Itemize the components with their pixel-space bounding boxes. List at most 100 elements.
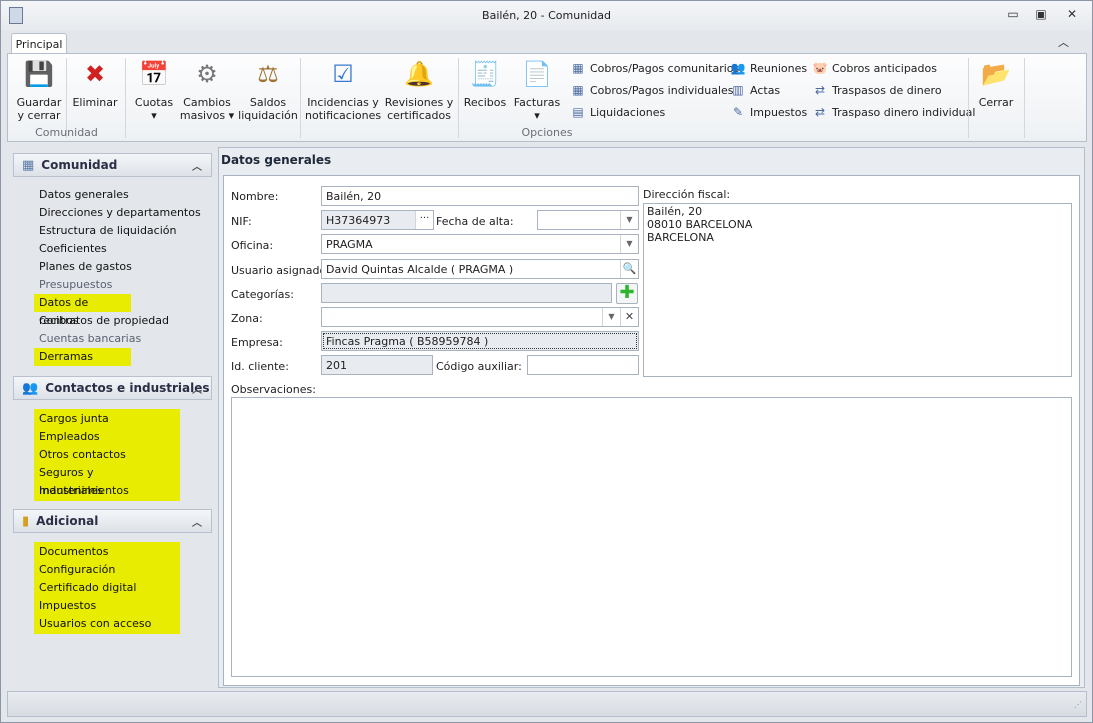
minimize-button[interactable]: ▭ — [1001, 7, 1025, 25]
nombre-input[interactable]: Bailén, 20 — [321, 186, 639, 206]
add-category-button[interactable]: ✚ — [616, 283, 638, 304]
fecha-alta-input[interactable]: ▼ — [537, 210, 639, 230]
sidebar-group-2[interactable]: ▮ Adicional ︿ — [13, 509, 212, 533]
sidebar-item[interactable]: Certificado digital — [34, 579, 180, 597]
chevron-down-icon[interactable]: ▼ — [620, 211, 638, 229]
resize-grip-icon[interactable]: ⋰ — [1074, 700, 1082, 709]
sidebar-group-title: Comunidad — [41, 158, 118, 172]
direccion-fiscal-textarea[interactable]: Bailén, 20 08010 BARCELONA BARCELONA — [643, 203, 1072, 377]
cambios-button[interactable]: ⚙ Cambios masivos ▾ — [178, 58, 236, 123]
ribbon-item-label: Traspaso dinero individual — [832, 105, 976, 119]
tax-icon: ✎ — [732, 105, 744, 119]
button-label: Cuotas — [134, 96, 174, 109]
ribbon-item[interactable]: ⇄ Traspasos de dinero — [812, 80, 942, 100]
nif-value: H37364973 — [326, 214, 391, 227]
sidebar-item[interactable]: Documentos — [34, 543, 180, 561]
scales-icon: ⚖ — [257, 59, 279, 88]
clear-icon[interactable]: ✕ — [620, 308, 638, 326]
fecha-alta-label: Fecha de alta: — [436, 215, 514, 228]
money-transfer-person-icon: ⇄ — [814, 105, 826, 119]
search-icon[interactable]: 🔍 — [620, 260, 638, 278]
cerrar-button[interactable]: 📂 Cerrar — [972, 58, 1020, 110]
chevron-up-icon[interactable]: ︿ — [192, 514, 202, 529]
ribbon-item-label: Cobros/Pagos individuales — [590, 83, 734, 97]
oficina-label: Oficina: — [231, 239, 274, 252]
ribbon-item[interactable]: 👥 Reuniones — [730, 58, 808, 78]
sidebar-item[interactable]: Direcciones y departamentos — [34, 204, 201, 222]
delete-x-icon: ✖ — [84, 59, 106, 88]
sidebar-item[interactable]: Derramas — [34, 348, 131, 366]
usuario-label: Usuario asignado: — [231, 264, 330, 277]
sidebar-item[interactable]: Estructura de liquidación — [34, 222, 201, 240]
zona-select[interactable]: ▼ ✕ — [321, 307, 639, 327]
button-label: Incidencias y — [307, 96, 379, 109]
sidebar-item[interactable]: Coeficientes — [34, 240, 201, 258]
codigo-auxiliar-input[interactable] — [527, 355, 639, 375]
sidebar-item[interactable]: Configuración — [34, 561, 180, 579]
oficina-select[interactable]: PRAGMA ▼ — [321, 234, 639, 254]
button-label-line2: liquidación — [238, 109, 298, 122]
scrollbar[interactable] — [1056, 399, 1070, 675]
eliminar-button[interactable]: ✖ Eliminar — [69, 58, 121, 110]
ribbon-item[interactable]: ▥ Actas — [730, 80, 780, 100]
id-cliente-input[interactable]: 201 — [321, 355, 433, 375]
sidebar-item[interactable]: Empleados — [34, 428, 180, 446]
sidebar-item[interactable]: Usuarios con acceso — [34, 615, 180, 633]
sidebar-item[interactable]: Contratos de propiedad — [34, 312, 201, 330]
ribbon-item[interactable]: ✎ Impuestos — [730, 102, 807, 122]
categorias-label: Categorías: — [231, 288, 294, 301]
sidebar-group-1[interactable]: 👥 Contactos e industriales ︿ — [13, 376, 212, 400]
button-label: Cambios — [183, 96, 231, 109]
empresa-input[interactable]: Fincas Pragma ( B58959784 ) — [321, 331, 639, 351]
ribbon-item[interactable]: ▦ Cobros/Pagos comunitarios — [570, 58, 739, 78]
ribbon-item[interactable]: ⇄ Traspaso dinero individual — [812, 102, 975, 122]
application-window: Bailén, 20 - Comunidad ▭ ▣ ✕ Principal ︿… — [0, 0, 1093, 723]
button-label: Recibos — [463, 96, 507, 109]
collapse-ribbon-button[interactable]: ︿ — [1058, 34, 1069, 50]
cuotas-button[interactable]: 📅 Cuotas ▾ — [128, 58, 180, 123]
tab-principal[interactable]: Principal — [11, 33, 67, 54]
sidebar-item[interactable]: Cuentas bancarias — [34, 330, 201, 348]
button-label-line2: ▾ — [151, 109, 157, 122]
nif-input[interactable]: H37364973 ··· — [321, 210, 434, 230]
usuario-value: David Quintas Alcalde ( PRAGMA ) — [326, 263, 514, 276]
sidebar-item[interactable]: Planes de gastos — [34, 258, 201, 276]
sidebar-group-0[interactable]: ▦ Comunidad ︿ — [13, 153, 212, 177]
calculator-icon: ▦ — [572, 61, 584, 75]
ribbon-item[interactable]: ▤ Liquidaciones — [570, 102, 665, 122]
sidebar-list: Cargos junta Empleados Otros contactos Segu… — [34, 409, 180, 501]
sidebar-item[interactable]: Otros contactos — [34, 446, 180, 464]
plus-icon: ✚ — [619, 282, 635, 303]
chevron-down-icon[interactable]: ▼ — [602, 308, 620, 326]
chevron-up-icon[interactable]: ︿ — [192, 381, 202, 396]
sidebar-item[interactable]: Datos de recibos — [34, 294, 131, 327]
sidebar-item[interactable]: Presupuestos — [34, 276, 201, 294]
close-window-button[interactable]: ✕ — [1060, 7, 1084, 25]
empresa-label: Empresa: — [231, 336, 283, 349]
maximize-button[interactable]: ▣ — [1029, 7, 1053, 25]
incidencias-button[interactable]: ☑ Incidencias y notificaciones — [305, 58, 381, 123]
ribbon-item-label: Impuestos — [750, 105, 808, 119]
sidebar-item[interactable]: Datos generales — [34, 186, 201, 204]
recibos-button[interactable]: 🧾 Recibos — [460, 58, 510, 110]
guardar-button[interactable]: 💾 Guardar y cerrar — [12, 58, 66, 123]
observaciones-textarea[interactable] — [231, 397, 1072, 677]
button-label: Cerrar — [978, 96, 1014, 109]
button-label-line2: ▾ — [534, 109, 540, 122]
chevron-down-icon[interactable]: ▼ — [620, 235, 638, 253]
ribbon-item[interactable]: 🐷 Cobros anticipados — [812, 58, 937, 78]
ribbon-item[interactable]: ▦ Cobros/Pagos individuales — [570, 80, 734, 100]
categorias-input[interactable] — [321, 283, 612, 303]
usuario-input[interactable]: David Quintas Alcalde ( PRAGMA ) 🔍 — [321, 259, 639, 279]
scrollbar[interactable] — [1056, 205, 1070, 375]
saldos-button[interactable]: ⚖ Saldos liquidación — [238, 58, 298, 123]
nif-ellipsis-button[interactable]: ··· — [415, 211, 433, 229]
chevron-up-icon[interactable]: ︿ — [192, 158, 202, 173]
receipt-icon: 🧾 — [470, 59, 500, 88]
revisiones-button[interactable]: 🔔 Revisiones y certificados — [384, 58, 454, 123]
sidebar-item[interactable]: Impuestos — [34, 597, 180, 615]
sidebar-item[interactable]: Cargos junta — [34, 410, 180, 428]
button-label: Eliminar — [72, 96, 118, 109]
facturas-button[interactable]: 📄 Facturas ▾ — [510, 58, 564, 123]
sidebar-item[interactable]: Seguros y mantenimientos — [34, 464, 180, 497]
